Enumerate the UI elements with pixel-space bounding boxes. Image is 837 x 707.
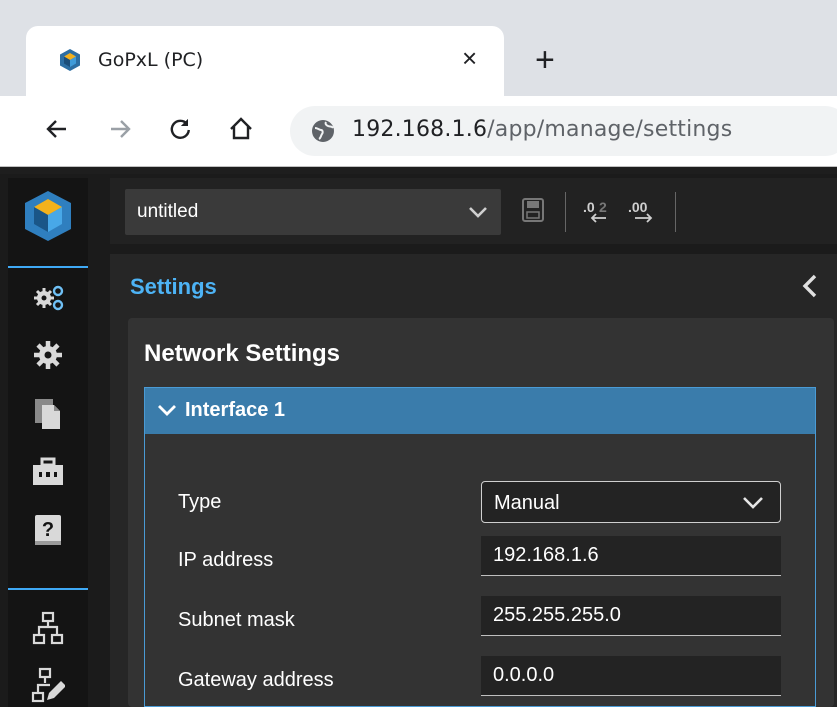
documents-icon <box>35 399 60 429</box>
globe-icon[interactable] <box>310 118 336 144</box>
app-logo-icon[interactable] <box>20 188 76 244</box>
import-button[interactable]: .0 2 <box>582 195 612 225</box>
network-settings-title: Network Settings <box>144 340 341 367</box>
type-select[interactable]: Manual <box>481 481 781 523</box>
left-sidebar: ? <box>8 178 88 707</box>
chrome-divider <box>0 166 837 174</box>
interface-1-title: Interface 1 <box>185 399 286 421</box>
gopxl-app: ? untitled .0 2 .00 Settings Network Set… <box>0 174 837 707</box>
sidebar-item-settings[interactable] <box>26 333 70 377</box>
type-label: Type <box>178 491 222 513</box>
sidebar-divider-2 <box>8 588 88 590</box>
ip-address-label: IP address <box>178 549 274 571</box>
interface-1-header[interactable]: Interface 1 <box>145 388 815 434</box>
svg-text:.00: .00 <box>628 199 648 215</box>
sidebar-item-files[interactable] <box>26 392 70 436</box>
network-edit-icon <box>31 667 65 703</box>
chevron-down-icon <box>158 405 176 416</box>
subnet-mask-field[interactable]: 255.255.255.0 <box>481 596 781 636</box>
toolbar-divider <box>565 192 566 232</box>
url-host: 192.168.1.6 <box>352 117 488 142</box>
save-icon <box>522 198 544 222</box>
job-toolbar: untitled .0 2 .00 <box>110 178 837 244</box>
sidebar-divider <box>8 266 88 268</box>
ip-address-value: 192.168.1.6 <box>493 544 599 566</box>
sidebar-item-network[interactable] <box>26 606 70 650</box>
gopxl-favicon-icon <box>60 49 80 71</box>
reload-button[interactable] <box>163 112 197 146</box>
import-icon: .0 2 <box>583 199 607 223</box>
url-path: /app/manage/settings <box>487 117 733 142</box>
sidebar-item-network-edit[interactable] <box>26 663 70 707</box>
chevron-down-icon <box>743 497 763 509</box>
subnet-mask-label: Subnet mask <box>178 609 295 631</box>
arrow-left-icon <box>46 120 66 138</box>
save-job-button[interactable] <box>520 195 546 225</box>
help-icon: ? <box>35 515 61 545</box>
sidebar-item-help[interactable]: ? <box>26 508 70 552</box>
address-bar[interactable]: 192.168.1.6/app/manage/settings <box>290 106 837 156</box>
gateway-address-label: Gateway address <box>178 669 334 691</box>
browser-tab[interactable]: GoPxL (PC) × <box>26 26 504 96</box>
home-icon <box>230 117 252 140</box>
panel-title: Settings <box>130 274 217 299</box>
svg-text:2: 2 <box>599 199 607 215</box>
ip-address-field[interactable]: 192.168.1.6 <box>481 536 781 576</box>
toolbox-icon <box>33 457 63 485</box>
browser-toolbar: 192.168.1.6/app/manage/settings <box>0 96 837 166</box>
network-settings-card: Network Settings Interface 1 Type Manual… <box>128 318 834 707</box>
gear-icon <box>34 341 62 369</box>
browser-tabstrip: GoPxL (PC) × + <box>0 0 837 96</box>
settings-panel: Settings Network Settings Interface 1 Ty… <box>110 254 837 707</box>
job-name: untitled <box>137 201 199 222</box>
network-icon <box>32 611 64 645</box>
subnet-mask-value: 255.255.255.0 <box>493 604 621 626</box>
back-button[interactable] <box>40 112 74 146</box>
system-settings-icon <box>34 285 64 311</box>
svg-text:.0: .0 <box>583 199 595 215</box>
export-icon: .00 <box>628 199 653 223</box>
url-text[interactable]: 192.168.1.6/app/manage/settings <box>352 117 732 142</box>
collapse-panel-icon[interactable] <box>799 272 821 300</box>
forward-button[interactable] <box>103 112 137 146</box>
export-button[interactable]: .00 <box>627 195 661 225</box>
arrow-right-icon <box>111 120 131 138</box>
interface-1-section: Interface 1 Type Manual IP address 192.1… <box>144 387 816 707</box>
chevron-down-icon <box>469 207 487 218</box>
sidebar-item-tools[interactable] <box>26 450 70 494</box>
new-tab-button[interactable]: + <box>535 40 555 80</box>
home-button[interactable] <box>224 112 258 146</box>
toolbar-divider-2 <box>675 192 676 232</box>
tab-close-button[interactable]: × <box>462 43 477 73</box>
svg-text:?: ? <box>42 519 54 541</box>
gateway-address-value: 0.0.0.0 <box>493 664 555 686</box>
type-value: Manual <box>494 492 560 514</box>
job-selector[interactable]: untitled <box>125 189 501 235</box>
reload-icon <box>170 119 190 139</box>
gateway-address-field[interactable]: 0.0.0.0 <box>481 656 781 696</box>
sidebar-item-system[interactable] <box>26 276 70 320</box>
tab-title: GoPxL (PC) <box>98 49 204 71</box>
